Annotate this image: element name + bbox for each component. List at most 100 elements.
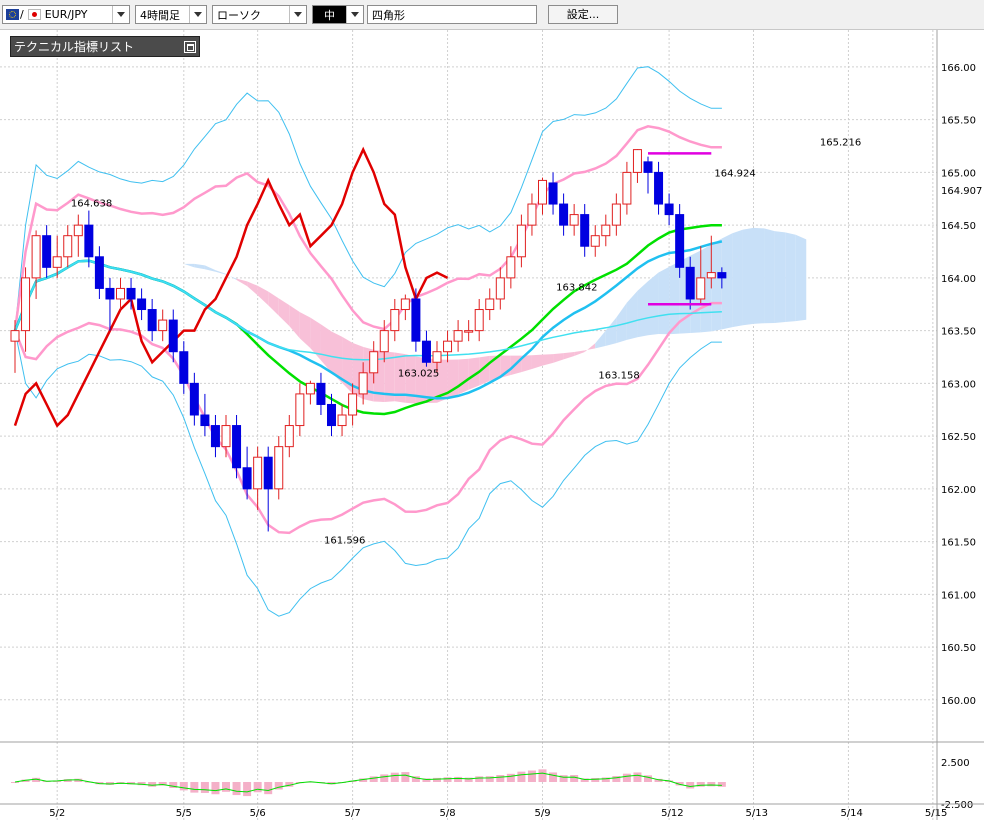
drawing-shape-field[interactable]: 四角形 [367, 5, 537, 24]
candle [158, 309, 168, 342]
cloud-segment [774, 231, 786, 324]
oscillator-bar [232, 782, 241, 796]
candle [253, 446, 263, 510]
oscillator-bar [380, 774, 389, 782]
oscillator-bar [454, 776, 463, 782]
chart-type-value: ローソク [217, 8, 261, 22]
candle-body [622, 171, 632, 205]
candle [495, 267, 505, 310]
candle-body [464, 330, 474, 333]
ichimoku-cloud [99, 227, 807, 404]
candle-body [73, 224, 83, 237]
candle-body [411, 298, 421, 342]
oscillator-bar [622, 773, 631, 782]
candle [474, 298, 484, 342]
candle-body [52, 256, 62, 268]
candle [126, 277, 136, 310]
drawing-shape-value: 四角形 [372, 8, 405, 22]
chart-toolbar: / EUR/JPY 4時間足 ローソク 中 四角形 設定... [0, 0, 984, 30]
candle-body [527, 203, 537, 226]
candle-body [685, 266, 695, 300]
price-axis-label: 160.50 [941, 643, 976, 654]
candle [548, 172, 558, 215]
candle [42, 225, 52, 278]
candle-body [31, 235, 41, 279]
candle-body [611, 203, 621, 226]
cloud-segment [194, 263, 205, 270]
oscillator-bar [538, 769, 547, 782]
candle-body [664, 203, 674, 216]
candle [73, 214, 83, 257]
candle-body [232, 425, 242, 469]
candle-body [147, 309, 157, 332]
candle-body [179, 351, 189, 384]
candle-body [116, 287, 125, 300]
candle-body [348, 393, 358, 416]
technical-indicator-list[interactable]: テクニカル指標リスト [10, 36, 200, 57]
price-chart[interactable]: 164.638 161.596 163.025 163.842 163.158 164.9… [0, 30, 984, 820]
cloud-segment [595, 330, 606, 349]
cloud-segment [173, 260, 184, 264]
oscillator-bar [443, 777, 452, 782]
current-price-label: 164.907 [941, 186, 982, 197]
chevron-down-icon[interactable] [346, 6, 363, 23]
candle [485, 288, 495, 321]
candle-body [675, 214, 685, 268]
candle [622, 161, 632, 215]
chevron-down-icon[interactable] [112, 6, 129, 23]
oscillator-bar [707, 782, 716, 787]
candle-body [200, 414, 210, 427]
candle [400, 294, 410, 321]
price-axis-label: 161.00 [941, 590, 976, 601]
oscillator-bar [253, 782, 262, 793]
chart-type-select[interactable]: ローソク [212, 5, 307, 24]
currency-pair-select[interactable]: / EUR/JPY [2, 5, 130, 24]
settings-button[interactable]: 設定... [548, 5, 618, 24]
cloud-segment [637, 281, 648, 338]
oscillator-bar [243, 782, 252, 797]
candle-body [580, 214, 590, 247]
candle-body [538, 179, 547, 205]
candle [516, 214, 526, 268]
cloud-segment [458, 358, 469, 395]
candle-body [590, 235, 600, 247]
price-annotation: 163.842 [556, 283, 597, 294]
date-axis-label: 5/2 [49, 808, 65, 819]
candle-body [632, 149, 642, 173]
cloud-segment [542, 354, 554, 366]
candle-body [137, 298, 147, 311]
price-annotation: 164.924 [714, 168, 755, 179]
cloud-segment [605, 317, 617, 346]
cloud-segment [204, 265, 216, 272]
price-axis-label: 162.00 [941, 485, 976, 496]
candle-body [42, 235, 52, 268]
date-axis-label: 5/8 [440, 808, 456, 819]
oscillator-bar [475, 776, 484, 782]
cloud-segment [764, 228, 775, 324]
chevron-down-icon[interactable] [289, 6, 306, 23]
candle [664, 193, 674, 226]
candle-body [21, 277, 31, 332]
candle [137, 288, 147, 321]
restore-window-icon[interactable] [184, 40, 196, 53]
candle-body [706, 272, 716, 279]
candle [284, 415, 294, 458]
oscillator-bar [401, 772, 410, 782]
candle-body [390, 309, 400, 332]
chevron-down-icon[interactable] [189, 6, 206, 23]
candle-body [105, 287, 115, 300]
oscillator-bar [686, 782, 695, 789]
line-width-select[interactable]: 中 [312, 5, 364, 24]
candle [632, 149, 642, 183]
candle [21, 267, 31, 352]
timeframe-select[interactable]: 4時間足 [135, 5, 207, 24]
jp-flag-icon [27, 9, 41, 20]
price-axis-label: 164.50 [941, 221, 976, 232]
date-axis-label: 5/13 [746, 808, 768, 819]
price-axis-label: 166.00 [941, 63, 976, 74]
candle [295, 383, 305, 437]
cloud-segment [299, 312, 311, 349]
candle-body [305, 382, 315, 395]
candle-body [369, 351, 379, 374]
candle-body [158, 319, 168, 332]
